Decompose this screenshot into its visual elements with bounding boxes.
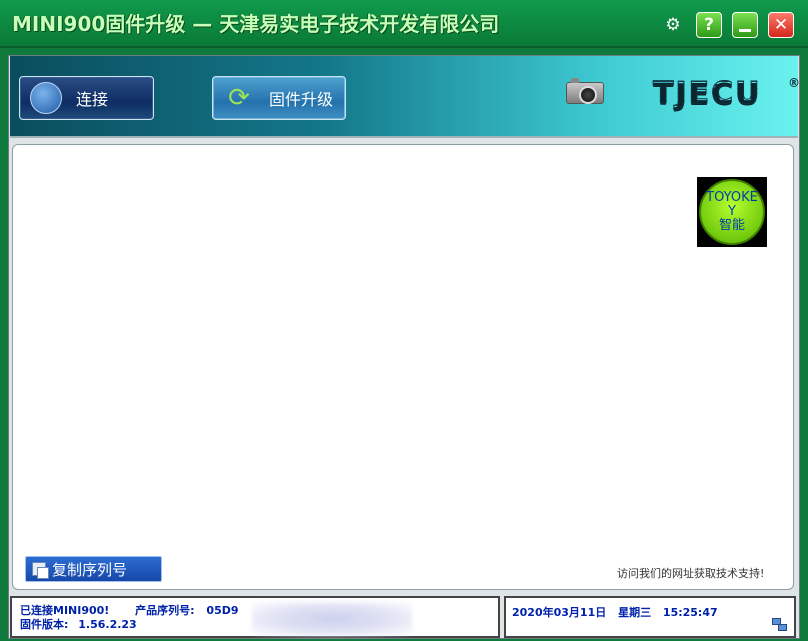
serial-value: 05D9	[206, 604, 239, 617]
content-area: TOYOKE Y 智能 复制序列号 访问我们的网址获取技术支持!	[12, 144, 794, 590]
connect-button[interactable]: 连接	[19, 76, 154, 120]
serial-label: 产品序列号:	[135, 604, 195, 617]
close-button[interactable]: ✕	[768, 12, 794, 38]
toolbar: 连接 ⟳ 固件升级 TJECU ®	[10, 56, 800, 138]
firmware-label: 固件版本:	[20, 618, 69, 631]
minimize-icon	[739, 28, 751, 32]
copy-serial-label: 复制序列号	[52, 560, 128, 579]
status-weekday: 星期三	[618, 606, 652, 619]
status-panel-device: 已连接MINI900! 产品序列号: 05D9 固件版本: 1.56.2.23	[10, 596, 500, 638]
toyokey-logo-icon: TOYOKE Y 智能	[699, 179, 765, 245]
minimize-button[interactable]	[732, 12, 758, 38]
connect-icon	[30, 82, 62, 114]
serial-redaction	[252, 602, 412, 636]
refresh-icon: ⟳	[228, 83, 250, 113]
window-title: MINI900固件升级 — 天津易实电子技术开发有限公司	[12, 12, 500, 36]
badge-line-2: Y	[728, 204, 736, 219]
firmware-value: 1.56.2.23	[78, 618, 137, 631]
camera-icon[interactable]	[566, 78, 604, 104]
badge-line-1: TOYOKE	[706, 190, 758, 205]
status-panel-datetime: 2020年03月11日 星期三 15:25:47	[504, 596, 796, 638]
copy-serial-button[interactable]: 复制序列号	[25, 556, 162, 582]
brand-logo: TJECU	[653, 76, 762, 112]
connection-status: 已连接MINI900!	[20, 604, 110, 617]
toyokey-badge[interactable]: TOYOKE Y 智能	[697, 177, 767, 247]
upgrade-label: 固件升级	[269, 90, 334, 109]
settings-gear-icon[interactable]: ⚙	[662, 14, 684, 36]
help-button[interactable]: ?	[696, 12, 722, 38]
status-date: 2020年03月11日	[512, 606, 607, 619]
copy-icon	[32, 562, 49, 579]
support-link[interactable]: 访问我们的网址获取技术支持!	[617, 565, 764, 581]
connect-label: 连接	[76, 90, 109, 109]
network-icon	[772, 618, 788, 632]
registered-mark: ®	[788, 76, 800, 90]
status-time: 15:25:47	[662, 606, 718, 619]
title-bar: MINI900固件升级 — 天津易实电子技术开发有限公司 ⚙ ? ✕	[0, 0, 808, 48]
firmware-upgrade-button[interactable]: ⟳ 固件升级	[212, 76, 346, 120]
badge-line-3: 智能	[718, 218, 745, 233]
